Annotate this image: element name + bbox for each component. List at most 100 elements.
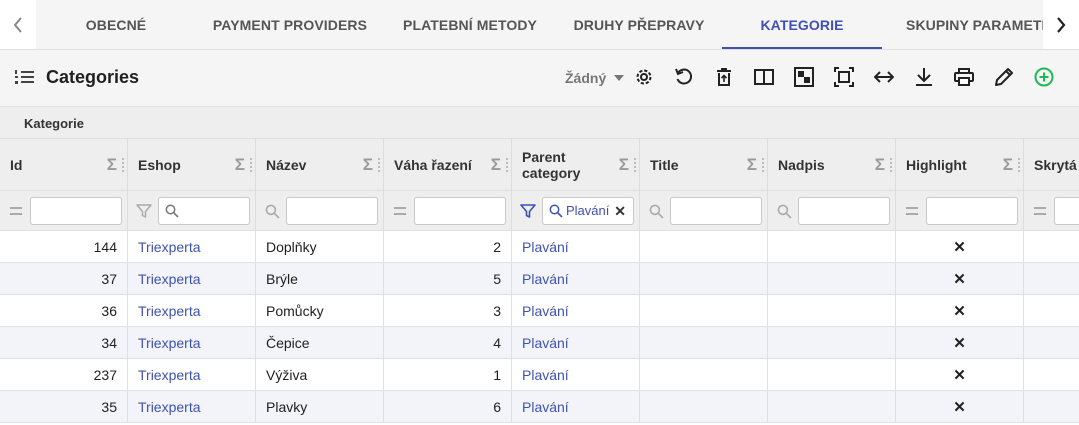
search-icon[interactable] — [648, 203, 664, 219]
search-icon[interactable] — [776, 203, 792, 219]
sum-icon[interactable]: Σ — [747, 156, 757, 173]
filter-input-highlight[interactable] — [926, 197, 1018, 225]
cell-parent-category-link[interactable]: Plavání — [512, 391, 640, 422]
group-label: Kategorie — [24, 116, 84, 131]
cell-parent-category-link[interactable]: Plavání — [512, 263, 640, 294]
tab-druhy-prepravy[interactable]: DRUHY PŘEPRAVY — [556, 0, 722, 49]
search-icon[interactable] — [264, 203, 280, 219]
filter-cell-title — [640, 191, 768, 231]
column-header-eshop[interactable]: Eshop Σ — [128, 139, 256, 191]
column-resize-handle[interactable] — [122, 158, 124, 172]
columns-button[interactable] — [753, 66, 775, 88]
column-resize-handle[interactable] — [1018, 158, 1020, 172]
cell-vaha-razeni: 5 — [384, 263, 512, 294]
tab-skupiny-parametru[interactable]: SKUPINY PARAMETRŮ — [882, 0, 1043, 49]
cell-id: 37 — [0, 263, 128, 294]
column-header-id[interactable]: Id Σ — [0, 139, 128, 191]
filter-toggle-button[interactable] — [793, 66, 815, 88]
cell-parent-category-link[interactable]: Plavání — [512, 359, 640, 390]
filter-input-vaha-razeni[interactable] — [414, 197, 506, 225]
tabs-scroll-right-button[interactable] — [1043, 0, 1079, 49]
fit-button[interactable] — [833, 66, 855, 88]
filter-input-eshop[interactable] — [158, 197, 250, 225]
cell-nazev: Plavky — [256, 391, 384, 422]
print-button[interactable] — [953, 66, 975, 88]
column-header-highlight[interactable]: Highlight Σ — [896, 139, 1024, 191]
add-button[interactable] — [1033, 66, 1055, 88]
table-row[interactable]: 34 Triexperta Čepice 4 Plavání ✕ — [0, 327, 1079, 359]
column-resize-handle[interactable] — [250, 158, 252, 172]
sum-icon[interactable]: Σ — [1003, 156, 1013, 173]
filter-input-parent-category[interactable]: Plavání ✕ — [542, 197, 634, 225]
column-resize-handle[interactable] — [506, 158, 508, 172]
filter-input-title[interactable] — [670, 197, 762, 225]
cell-highlight: ✕ — [896, 295, 1024, 326]
column-resize-handle[interactable] — [378, 158, 380, 172]
tabs-scroll-left-button[interactable] — [0, 0, 36, 49]
chevron-left-icon — [13, 16, 22, 33]
column-header-parent-category[interactable]: Parent category Σ — [512, 139, 640, 191]
table-row[interactable]: 237 Triexperta Výživa 1 Plavání ✕ — [0, 359, 1079, 391]
cell-id: 35 — [0, 391, 128, 422]
cell-id: 237 — [0, 359, 128, 390]
cell-parent-category-link[interactable]: Plavání — [512, 231, 640, 262]
cell-parent-category-link[interactable]: Plavání — [512, 327, 640, 358]
column-resize-handle[interactable] — [634, 158, 636, 172]
cell-nazev: Brýle — [256, 263, 384, 294]
edit-button[interactable] — [993, 66, 1015, 88]
tab-obecne[interactable]: OBECNÉ — [36, 0, 196, 49]
search-icon — [549, 204, 563, 218]
sum-icon[interactable]: Σ — [875, 156, 885, 173]
delete-button[interactable] — [713, 66, 735, 88]
table-row[interactable]: 35 Triexperta Plavky 6 Plavání ✕ — [0, 391, 1079, 423]
table-row[interactable]: 36 Triexperta Pomůcky 3 Plavání ✕ — [0, 295, 1079, 327]
filter-input-skryta[interactable] — [1054, 197, 1079, 225]
cell-nadpis — [768, 295, 896, 326]
clear-filter-icon[interactable]: ✕ — [614, 203, 626, 220]
filter-input-nazev[interactable] — [286, 197, 378, 225]
sum-icon[interactable]: Σ — [107, 156, 117, 173]
download-button[interactable] — [913, 66, 935, 88]
table-row[interactable]: 144 Triexperta Doplňky 2 Plavání ✕ — [0, 231, 1079, 263]
cell-eshop-link[interactable]: Triexperta — [128, 295, 256, 326]
column-header-nadpis[interactable]: Nadpis Σ — [768, 139, 896, 191]
column-label: Highlight — [906, 157, 967, 173]
cell-nadpis — [768, 263, 896, 294]
cell-eshop-link[interactable]: Triexperta — [128, 263, 256, 294]
cell-parent-category-link[interactable]: Plavání — [512, 295, 640, 326]
expand-width-button[interactable] — [873, 66, 895, 88]
equals-icon[interactable] — [1032, 203, 1048, 219]
funnel-icon[interactable] — [520, 203, 536, 219]
column-header-nazev[interactable]: Název Σ — [256, 139, 384, 191]
column-resize-handle[interactable] — [762, 158, 764, 172]
funnel-icon[interactable] — [136, 203, 152, 219]
cell-highlight: ✕ — [896, 359, 1024, 390]
column-header-skryta[interactable]: Skrytá — [1024, 139, 1079, 191]
column-header-title[interactable]: Title Σ — [640, 139, 768, 191]
cell-eshop-link[interactable]: Triexperta — [128, 327, 256, 358]
tab-payment-providers[interactable]: PAYMENT PROVIDERS — [196, 0, 384, 49]
settings-button[interactable] — [633, 66, 655, 88]
cell-skryta — [1024, 231, 1079, 262]
equals-icon[interactable] — [8, 203, 24, 219]
cell-eshop-link[interactable]: Triexperta — [128, 359, 256, 390]
column-resize-handle[interactable] — [890, 158, 892, 172]
equals-icon[interactable] — [392, 203, 408, 219]
filter-cell-id — [0, 191, 128, 231]
reset-button[interactable] — [673, 66, 695, 88]
sum-icon[interactable]: Σ — [619, 156, 629, 173]
table-row[interactable]: 37 Triexperta Brýle 5 Plavání ✕ — [0, 263, 1079, 295]
filter-input-nadpis[interactable] — [798, 197, 890, 225]
filter-input-id[interactable] — [30, 197, 122, 225]
density-select[interactable]: Žádný — [565, 70, 625, 86]
cell-vaha-razeni: 6 — [384, 391, 512, 422]
sum-icon[interactable]: Σ — [363, 156, 373, 173]
equals-icon[interactable] — [904, 203, 920, 219]
sum-icon[interactable]: Σ — [491, 156, 501, 173]
column-header-vaha-razeni[interactable]: Váha řazení Σ — [384, 139, 512, 191]
sum-icon[interactable]: Σ — [235, 156, 245, 173]
tab-kategorie[interactable]: KATEGORIE — [722, 0, 882, 49]
cell-eshop-link[interactable]: Triexperta — [128, 391, 256, 422]
tab-platebni-metody[interactable]: PLATEBNÍ METODY — [384, 0, 556, 49]
cell-eshop-link[interactable]: Triexperta — [128, 231, 256, 262]
